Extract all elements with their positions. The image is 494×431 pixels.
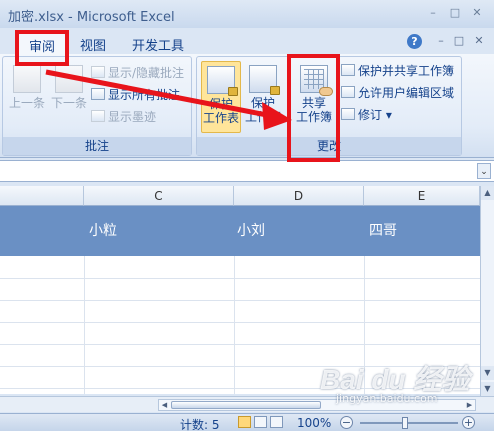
column-header-e[interactable]: E — [364, 186, 480, 206]
show-hide-comment-button[interactable]: 显示/隐藏批注 — [91, 65, 184, 81]
title-bar: 加密.xlsx - Microsoft Excel – □ ✕ — [0, 0, 494, 28]
formula-bar[interactable]: ⌄ — [0, 160, 494, 182]
scroll-thumb[interactable] — [171, 401, 321, 409]
protect-sheet-icon — [207, 66, 238, 96]
ribbon-minimize-button[interactable]: – — [434, 34, 448, 48]
protect-sheet-button[interactable]: 保护 工作表 — [201, 61, 241, 133]
window-title: 加密.xlsx - Microsoft Excel — [8, 10, 175, 25]
scroll-up-icon[interactable]: ▲ — [481, 186, 494, 200]
ribbon-tabs: 审阅 视图 开发工具 ? – □ ✕ — [0, 28, 494, 55]
comment-group: 上一条 下一条 显示/隐藏批注 显示所有批注 显示墨迹 批注 — [2, 56, 192, 156]
count-readout: 计数: 5 — [180, 418, 220, 431]
zoom-out-icon[interactable]: − — [340, 416, 353, 429]
watermark-url: jingyan.baidu.com — [336, 392, 438, 405]
expand-formula-bar-button[interactable]: ⌄ — [477, 163, 491, 179]
ribbon-restore-button[interactable]: □ — [452, 34, 466, 48]
gridline — [0, 322, 480, 323]
baidu-watermark: Bai du 经验 jingyan.baidu.com — [316, 354, 488, 410]
zoom-in-icon[interactable]: + — [462, 416, 475, 429]
protect-share-workbook-button[interactable]: 保护并共享工作簿 — [341, 63, 454, 79]
comment-icon — [91, 66, 105, 78]
track-changes-button[interactable]: 修订 ▾ — [341, 107, 392, 123]
zoom-slider-thumb[interactable] — [402, 417, 408, 429]
show-ink-button[interactable]: 显示墨迹 — [91, 109, 156, 125]
header-cell[interactable]: 四哥 — [328, 206, 438, 256]
comments-icon — [91, 88, 105, 100]
minimize-button[interactable]: – — [426, 6, 440, 20]
lock-icon — [228, 87, 238, 96]
edit-ranges-icon — [341, 86, 355, 98]
annotation-box-share-workbook — [287, 54, 340, 162]
gridline — [0, 278, 480, 279]
header-cell[interactable]: 小刘 — [196, 206, 306, 256]
status-bar: 计数: 5 100% − + — [0, 413, 494, 431]
track-changes-icon — [341, 108, 355, 120]
comment-group-label: 批注 — [3, 137, 191, 155]
prev-comment-button[interactable]: 上一条 — [5, 65, 49, 110]
protect-share-icon — [341, 64, 355, 76]
prev-comment-icon — [13, 65, 41, 93]
close-button[interactable]: ✕ — [470, 6, 484, 20]
maximize-button[interactable]: □ — [448, 6, 462, 20]
column-header-d[interactable]: D — [234, 186, 364, 206]
annotation-box-review-tab — [15, 30, 69, 66]
ribbon-close-button[interactable]: ✕ — [472, 34, 486, 48]
gridline — [0, 344, 480, 345]
chevron-down-icon: ▾ — [385, 108, 392, 122]
page-layout-view-icon[interactable] — [254, 416, 267, 428]
gridline — [234, 256, 235, 394]
lock-icon — [270, 86, 280, 95]
gridline — [84, 256, 85, 394]
gridline — [0, 300, 480, 301]
show-all-comments-button[interactable]: 显示所有批注 — [91, 87, 180, 103]
tab-view[interactable]: 视图 — [70, 32, 116, 54]
zoom-slider-track[interactable] — [360, 422, 458, 424]
header-cell[interactable]: 小粒 — [48, 206, 158, 256]
ribbon: 上一条 下一条 显示/隐藏批注 显示所有批注 显示墨迹 批注 保护 工作表 保护… — [0, 54, 494, 158]
normal-view-icon[interactable] — [238, 416, 251, 428]
ink-icon — [91, 110, 105, 122]
scroll-left-icon[interactable]: ◀ — [159, 400, 170, 410]
tab-developer[interactable]: 开发工具 — [122, 32, 194, 54]
next-comment-icon — [55, 65, 83, 93]
column-header-c[interactable]: C — [84, 186, 234, 206]
protect-workbook-icon — [249, 65, 280, 95]
help-icon[interactable]: ? — [407, 34, 422, 49]
page-break-view-icon[interactable] — [270, 416, 283, 428]
next-comment-button[interactable]: 下一条 — [47, 65, 91, 110]
column-header-b[interactable] — [0, 186, 84, 206]
allow-edit-ranges-button[interactable]: 允许用户编辑区域 — [341, 85, 454, 101]
zoom-level[interactable]: 100% — [297, 416, 331, 430]
protect-workbook-button[interactable]: 保护 工作簿 — [243, 61, 283, 133]
